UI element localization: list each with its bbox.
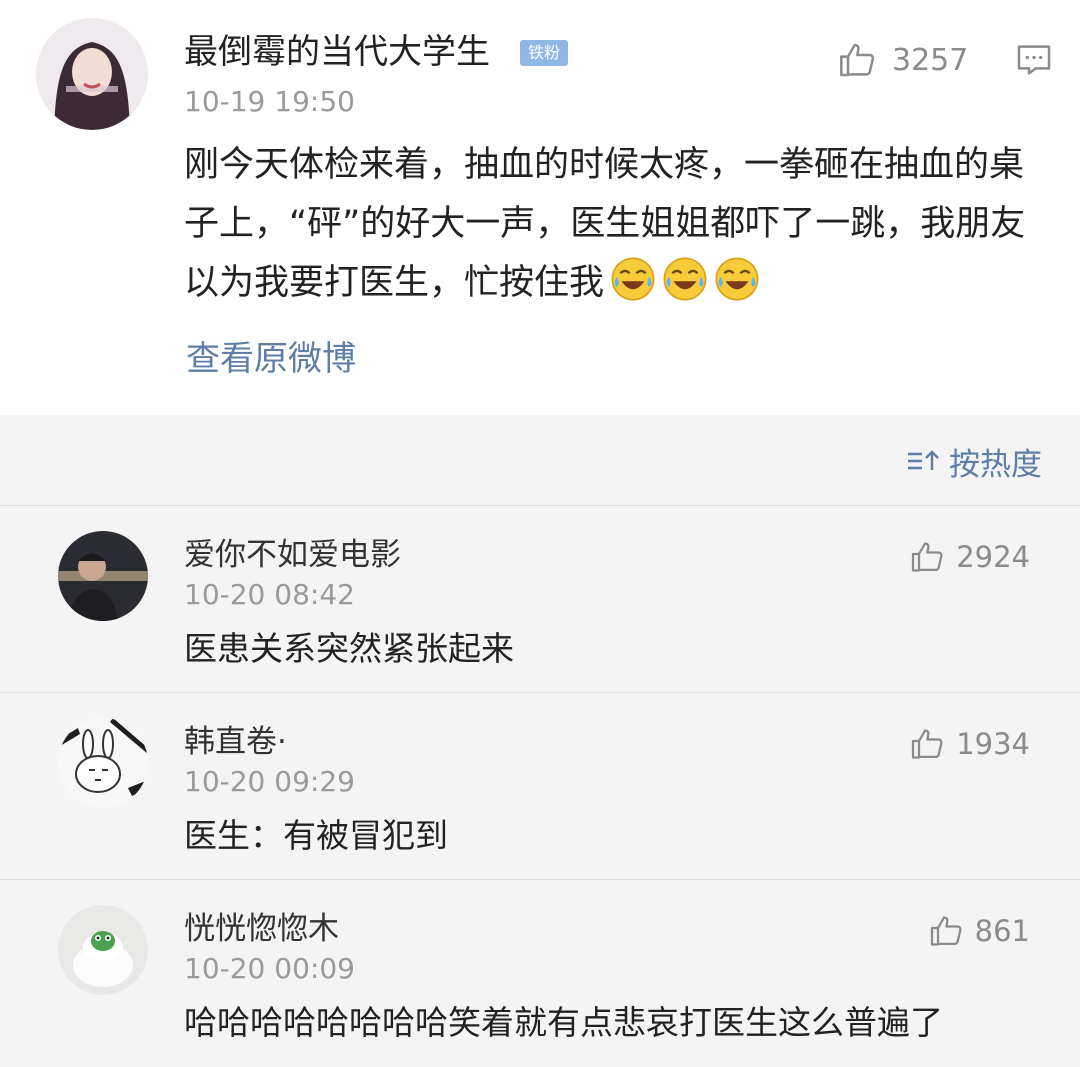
commenter-avatar[interactable] bbox=[58, 531, 148, 621]
fan-badge: 铁粉 bbox=[520, 40, 568, 66]
comment-item: 恍恍惚惚木 10-20 00:09 哈哈哈哈哈哈哈哈笑着就有点悲哀打医生这么普遍… bbox=[0, 879, 1080, 1067]
comment-item: 韩直卷· 10-20 09:29 医生：有被冒犯到 1934 bbox=[0, 692, 1080, 880]
commenter-name[interactable]: 爱你不如爱电影 bbox=[184, 533, 401, 577]
post-author-name[interactable]: 最倒霉的当代大学生 bbox=[184, 30, 490, 74]
post-text: 刚今天体检来着，抽血的时候太疼，一拳砸在抽血的桌子上，“砰”的好大一声，医生姐姐… bbox=[184, 145, 1026, 303]
commenter-name[interactable]: 韩直卷· bbox=[184, 720, 287, 764]
comment-timestamp: 10-20 09:29 bbox=[184, 765, 355, 798]
comment-text: 哈哈哈哈哈哈哈哈笑着就有点悲哀打医生这么普遍了 bbox=[184, 1003, 943, 1042]
thumbs-up-icon bbox=[912, 542, 943, 572]
commenter-name[interactable]: 恍恍惚惚木 bbox=[184, 907, 339, 951]
post-like-count: 3257 bbox=[892, 42, 969, 78]
post-like-button[interactable]: 3257 bbox=[838, 38, 968, 82]
laugh-cry-emoji bbox=[715, 257, 759, 301]
sort-by-hot-button[interactable]: 按热度 bbox=[905, 436, 1042, 486]
post-body: 刚今天体检来着，抽血的时候太疼，一拳砸在抽血的桌子上，“砰”的好大一声，医生姐姐… bbox=[184, 136, 1054, 313]
thumbs-up-icon bbox=[912, 729, 943, 759]
commenter-avatar[interactable] bbox=[58, 718, 148, 808]
comment-text: 医患关系突然紧张起来 bbox=[184, 629, 514, 668]
comment-like-button[interactable]: 861 bbox=[929, 909, 1030, 953]
view-original-link[interactable]: 查看原微博 bbox=[186, 334, 356, 384]
sort-label: 按热度 bbox=[949, 446, 1042, 483]
sort-icon bbox=[908, 450, 939, 470]
thumbs-up-icon bbox=[840, 43, 875, 77]
comment-like-button[interactable]: 2924 bbox=[910, 535, 1030, 579]
comment-like-button[interactable]: 1934 bbox=[910, 722, 1030, 766]
thumbs-up-icon bbox=[930, 916, 962, 946]
post-timestamp: 10-19 19:50 bbox=[184, 85, 355, 118]
post-author-avatar[interactable] bbox=[36, 18, 148, 130]
comment-icon bbox=[1017, 45, 1051, 75]
comment-like-count: 861 bbox=[974, 914, 1030, 948]
original-post: 最倒霉的当代大学生 铁粉 10-19 19:50 3257 刚今天体检来着，抽血… bbox=[0, 0, 1080, 415]
comment-like-count: 2924 bbox=[956, 540, 1030, 574]
laugh-cry-emoji bbox=[611, 257, 655, 301]
comment-timestamp: 10-20 08:42 bbox=[184, 578, 355, 611]
comment-like-count: 1934 bbox=[956, 727, 1030, 761]
commenter-avatar[interactable] bbox=[58, 905, 148, 995]
comment-timestamp: 10-20 00:09 bbox=[184, 952, 355, 985]
comment-item: 爱你不如爱电影 10-20 08:42 医患关系突然紧张起来 2924 bbox=[0, 505, 1080, 693]
comment-text: 医生：有被冒犯到 bbox=[184, 816, 448, 855]
laugh-cry-emoji bbox=[663, 257, 707, 301]
comment-button[interactable] bbox=[1014, 40, 1054, 80]
